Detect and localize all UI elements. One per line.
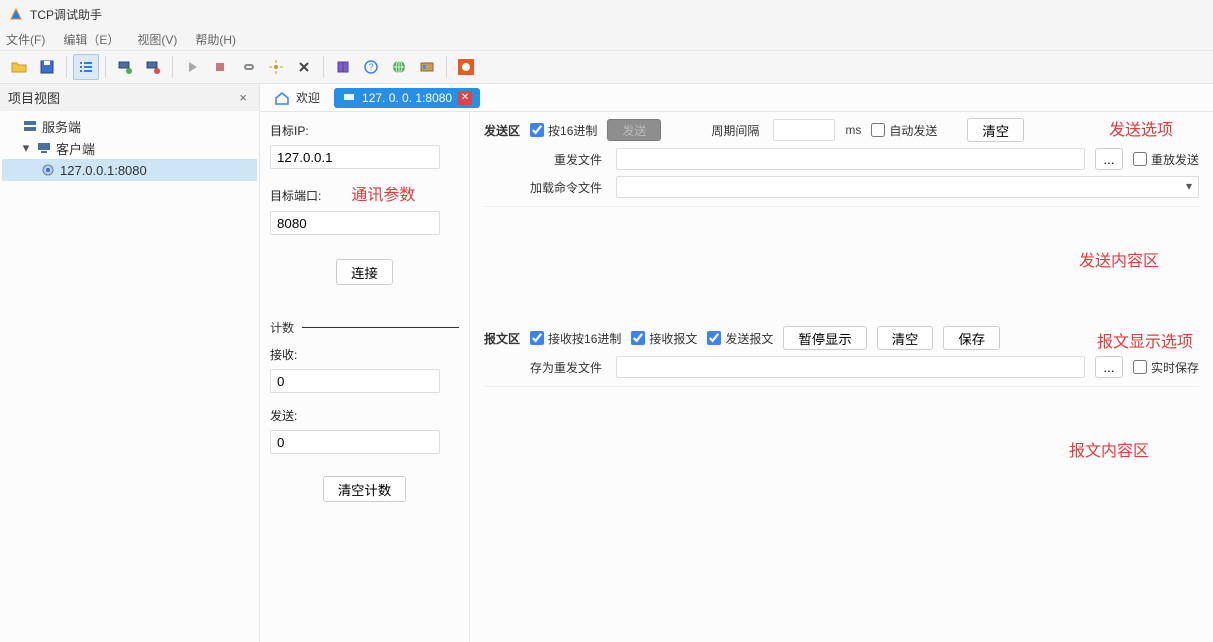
server-icon — [22, 118, 38, 134]
tab-connection[interactable]: 127. 0. 0. 1:8080 ✕ — [334, 88, 480, 108]
interval-input[interactable] — [773, 119, 835, 141]
save-icon[interactable] — [34, 54, 60, 80]
card-icon[interactable] — [414, 54, 440, 80]
tree-node-server-label: 服务端 — [42, 117, 81, 136]
record-icon[interactable] — [453, 54, 479, 80]
book-icon[interactable] — [330, 54, 356, 80]
interval-unit: ms — [845, 123, 861, 137]
sidebar-title: 项目视图 — [8, 88, 60, 107]
close-icon[interactable] — [291, 54, 317, 80]
message-options-row1: 报文区 接收按16进制 接收报文 发送报文 暂停显示 清空 保存 — [484, 326, 1199, 350]
clear-message-button[interactable]: 清空 — [877, 326, 934, 350]
toolbar: ? — [0, 50, 1213, 84]
target-port-label: 目标端口: — [270, 187, 321, 204]
tree-node-server[interactable]: 服务端 — [2, 115, 257, 137]
load-cmd-file-select[interactable] — [616, 176, 1199, 198]
svg-text:?: ? — [368, 62, 373, 72]
server-add-icon[interactable] — [112, 54, 138, 80]
send-button-disabled: 发送 — [607, 119, 661, 141]
message-options-row2: 存为重发文件 ... 实时保存 — [484, 356, 1199, 378]
open-icon[interactable] — [6, 54, 32, 80]
count-label: 计数 — [270, 319, 294, 336]
send-options-row3: 加载命令文件 — [484, 176, 1199, 198]
tree-node-connection-label: 127.0.0.1:8080 — [60, 163, 147, 178]
menu-bar: 文件(F) 编辑（E） 视图(V) 帮助(H) — [0, 28, 1213, 50]
connection-tab-icon — [342, 91, 356, 105]
tree-node-client-label: 客户端 — [56, 139, 95, 158]
connection-icon — [40, 162, 56, 178]
send-section-title: 发送区 — [484, 122, 520, 139]
send-count-value — [270, 430, 440, 454]
server-remove-icon[interactable] — [140, 54, 166, 80]
connect-button[interactable]: 连接 — [336, 259, 393, 285]
resend-file-browse-button[interactable]: ... — [1095, 148, 1123, 170]
link-icon[interactable] — [235, 54, 261, 80]
interval-label: 周期间隔 — [711, 122, 759, 139]
project-sidebar: 项目视图 × 服务端 ▾ 客户端 127.0.0.1:8080 — [0, 84, 260, 642]
burst-icon[interactable] — [263, 54, 289, 80]
globe-icon[interactable] — [386, 54, 412, 80]
message-content-area[interactable]: 报文内容区 — [484, 386, 1199, 632]
send-options-row2: 重发文件 ... 重放发送 — [484, 148, 1199, 170]
save-as-resend-browse-button[interactable]: ... — [1095, 356, 1123, 378]
tree-node-client[interactable]: ▾ 客户端 — [2, 137, 257, 159]
sidebar-close-button[interactable]: × — [235, 90, 251, 105]
play-icon[interactable] — [179, 54, 205, 80]
project-tree: 服务端 ▾ 客户端 127.0.0.1:8080 — [0, 111, 259, 642]
send-content-area[interactable]: 发送内容区 — [484, 206, 1199, 316]
chevron-down-icon[interactable]: ▾ — [20, 140, 32, 156]
recv-count-value — [270, 369, 440, 393]
resend-file-input[interactable] — [616, 148, 1085, 170]
target-ip-input[interactable] — [270, 145, 440, 169]
send-options-row1: 发送区 按16进制 发送 周期间隔 ms 自动发送 清空 — [484, 118, 1199, 142]
window-title: TCP调试助手 — [30, 6, 102, 23]
recv-msg-checkbox[interactable]: 接收报文 — [631, 330, 697, 347]
save-as-resend-label: 存为重发文件 — [530, 359, 602, 376]
window-title-bar: TCP调试助手 — [0, 0, 1213, 28]
tab-connection-label: 127. 0. 0. 1:8080 — [362, 91, 452, 105]
menu-file[interactable]: 文件(F) — [6, 31, 45, 48]
help-icon[interactable]: ? — [358, 54, 384, 80]
send-msg-checkbox[interactable]: 发送报文 — [707, 330, 773, 347]
message-section-title: 报文区 — [484, 330, 520, 347]
tab-welcome-label: 欢迎 — [296, 89, 320, 106]
menu-help[interactable]: 帮助(H) — [195, 31, 236, 48]
right-pane: 发送区 按16进制 发送 周期间隔 ms 自动发送 清空 重发文件 ... 重放… — [470, 84, 1213, 642]
connection-params-pane: 目标IP: 目标端口: 通讯参数 连接 计数 接收: 发送: 清空计数 — [260, 84, 470, 642]
tree-node-connection[interactable]: 127.0.0.1:8080 — [2, 159, 257, 181]
pause-display-button[interactable]: 暂停显示 — [783, 326, 866, 350]
load-cmd-file-label: 加载命令文件 — [530, 179, 602, 196]
save-message-button[interactable]: 保存 — [943, 326, 1000, 350]
replay-send-checkbox[interactable]: 重放发送 — [1133, 151, 1199, 168]
annotation-send-area: 发送内容区 — [1079, 247, 1159, 271]
list-icon[interactable] — [73, 54, 99, 80]
send-count-label: 发送: — [270, 407, 459, 424]
save-as-resend-input[interactable] — [616, 356, 1085, 378]
menu-view[interactable]: 视图(V) — [137, 31, 177, 48]
clear-count-button[interactable]: 清空计数 — [323, 476, 406, 502]
auto-send-checkbox[interactable]: 自动发送 — [871, 122, 937, 139]
client-icon — [36, 140, 52, 156]
annotation-comm-params: 通讯参数 — [351, 181, 415, 205]
target-ip-label: 目标IP: — [270, 122, 459, 139]
hex-checkbox[interactable]: 按16进制 — [530, 122, 597, 139]
app-icon — [8, 6, 24, 22]
clear-send-button[interactable]: 清空 — [967, 118, 1024, 142]
recv-count-label: 接收: — [270, 346, 459, 363]
realtime-save-checkbox[interactable]: 实时保存 — [1133, 359, 1199, 376]
sidebar-header: 项目视图 × — [0, 84, 259, 111]
recv-hex-checkbox[interactable]: 接收按16进制 — [530, 330, 621, 347]
tab-welcome[interactable]: 欢迎 — [266, 86, 328, 109]
home-icon — [274, 90, 290, 106]
resend-file-label: 重发文件 — [554, 151, 602, 168]
target-port-input[interactable] — [270, 211, 440, 235]
annotation-message-area: 报文内容区 — [1069, 437, 1149, 461]
menu-edit[interactable]: 编辑（E） — [63, 31, 119, 48]
stop-icon[interactable] — [207, 54, 233, 80]
